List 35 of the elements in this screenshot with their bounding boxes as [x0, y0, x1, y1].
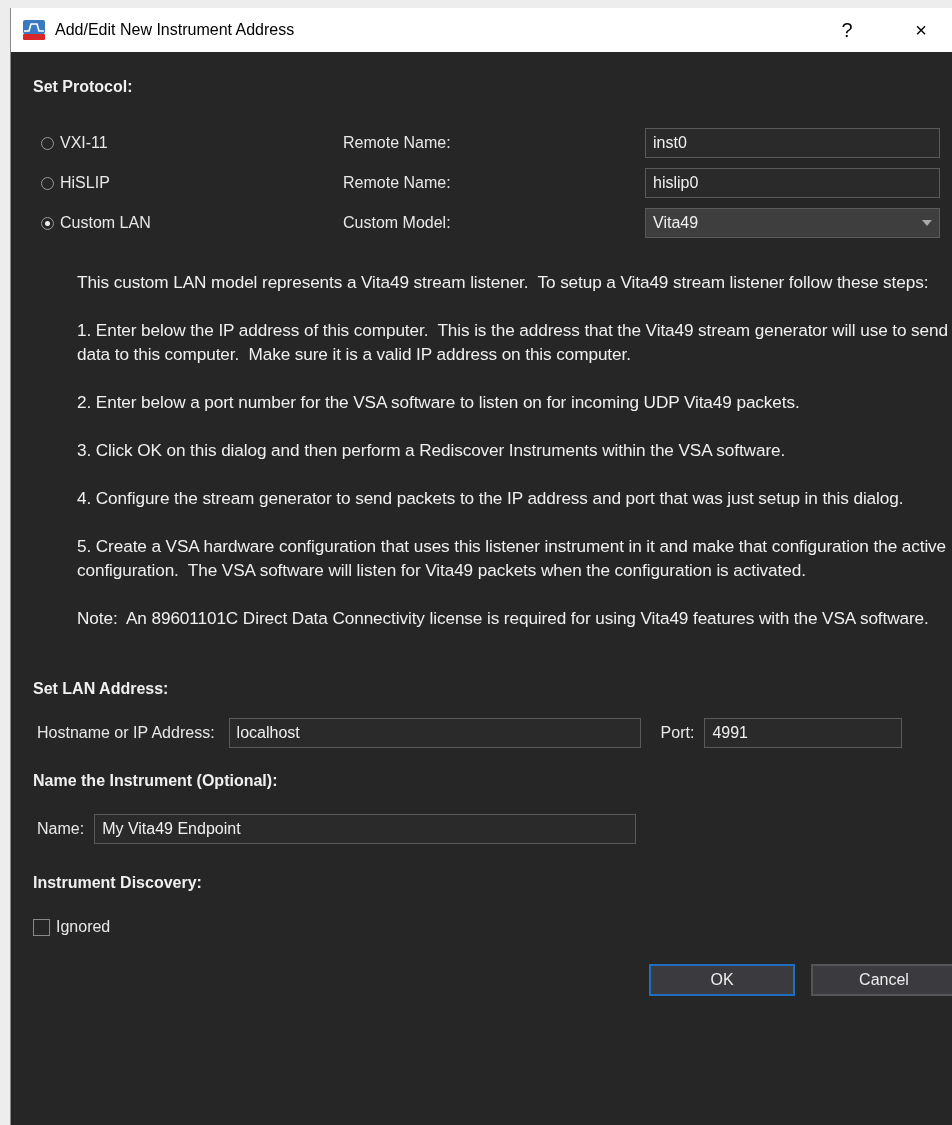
- radio-label[interactable]: Custom LAN: [60, 214, 151, 232]
- port-field[interactable]: 4991: [704, 718, 903, 748]
- instruction-text: 3. Click OK on this dialog and then perform a Rediscover Instruments within the VSA software.: [77, 439, 787, 462]
- help-button[interactable]: ?: [815, 8, 879, 52]
- name-field[interactable]: My Vita49 Endpoint: [94, 814, 637, 844]
- model-dropdown[interactable]: Vita49: [645, 208, 940, 238]
- instruction-text: 4. Configure the stream generator to send packets to the IP address and port that was just setup in this dialog.: [77, 487, 905, 510]
- field-label: Custom Model:: [343, 214, 452, 232]
- app-logo-icon: [23, 20, 45, 40]
- field-label: Hostname or IP Address:: [37, 724, 215, 742]
- radio-label[interactable]: VXI-11: [60, 134, 108, 152]
- section-heading: Set Protocol:: [33, 78, 134, 96]
- close-button[interactable]: ×: [889, 8, 952, 52]
- checkbox[interactable]: [33, 918, 50, 936]
- radio-label[interactable]: HiSLIP: [60, 174, 110, 192]
- instruction-text: 2. Enter below a port number for the VSA software to listen on for incoming UDP Vita49 packets.: [77, 391, 801, 414]
- section-heading: Instrument Discovery:: [33, 874, 203, 892]
- window-title: Add/Edit New Instrument Address: [55, 21, 296, 39]
- instruction-text: Note: An 89601101C Direct Data Connectivity license is required for using Vita49 features with the VSA software.: [77, 607, 930, 630]
- hostname-field[interactable]: localhost: [228, 718, 641, 748]
- instruction-text: 1. Enter below the IP address of this computer. This is the address that the Vita49 stream generator will use to send data to this computer. Make sure it is a valid IP address on this computer.: [77, 319, 949, 366]
- field-label: Name:: [37, 820, 85, 838]
- field-label: Remote Name:: [343, 174, 452, 192]
- dialog-button[interactable]: OK: [649, 964, 795, 996]
- instruction-text: 5. Create a VSA hardware configuration that uses this listener instrument in it and make that configuration the active configuration. The VSA software will listen for Vita49 packets when the configuration is activated.: [77, 535, 948, 582]
- field-label: Remote Name:: [343, 134, 452, 152]
- dropdown-caret-icon[interactable]: [922, 220, 932, 226]
- section-heading: Name the Instrument (Optional):: [33, 772, 279, 790]
- checkbox-label[interactable]: Ignored: [56, 918, 111, 936]
- instruction-text: This custom LAN model represents a Vita49 stream listener. To setup a Vita49 stream listener follow these steps:: [77, 271, 930, 294]
- text-field[interactable]: inst0: [645, 128, 940, 158]
- text-field[interactable]: hislip0: [645, 168, 940, 198]
- section-heading: Set LAN Address:: [33, 680, 170, 698]
- dialog-button[interactable]: Cancel: [811, 964, 952, 996]
- field-label: Port:: [660, 724, 695, 742]
